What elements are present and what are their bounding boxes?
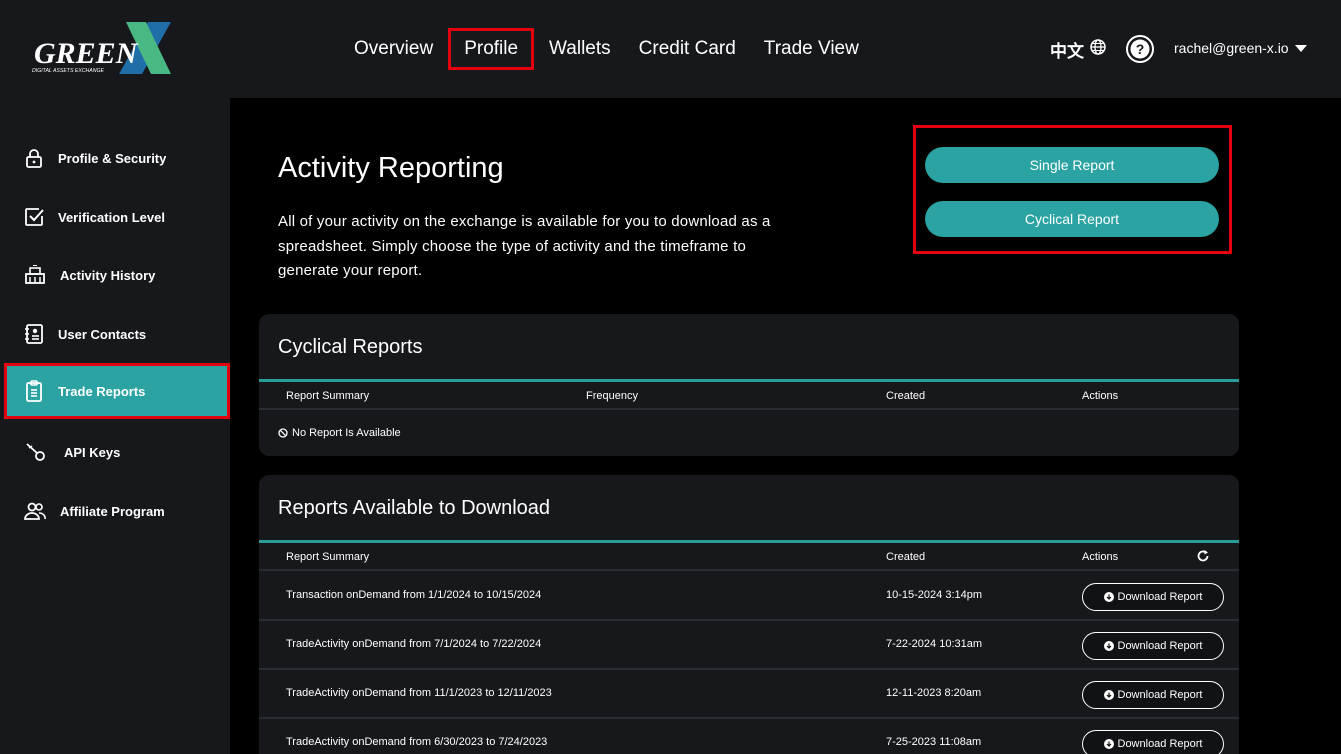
report-created: 10-15-2024 3:14pm	[886, 589, 983, 601]
sidebar-item-label: Trade Reports	[58, 383, 146, 399]
nav-profile[interactable]: Profile	[448, 28, 535, 70]
sidebar-item-user-contacts[interactable]: User Contacts	[4, 306, 230, 362]
nav-overview[interactable]: Overview	[340, 28, 447, 70]
refresh-icon[interactable]	[1196, 549, 1210, 566]
sidebar-item-label: Verification Level	[58, 209, 165, 225]
clipboard-icon	[26, 380, 42, 402]
report-created: 7-25-2023 11:08am	[886, 736, 982, 748]
column-header[interactable]: Actions	[1082, 390, 1118, 402]
empty-state-text: No Report Is Available	[292, 427, 401, 439]
history-icon	[25, 265, 45, 284]
cyclical-reports-card: Cyclical Reports Report Summary Frequenc…	[259, 314, 1239, 456]
language-label: 中文	[1050, 42, 1084, 61]
column-header[interactable]: Report Summary	[286, 551, 369, 563]
user-email: rachel@green-x.io	[1174, 40, 1289, 56]
download-circle-icon	[1103, 641, 1114, 651]
column-header[interactable]: Frequency	[586, 390, 638, 402]
contacts-icon	[25, 324, 43, 344]
report-created: 7-22-2024 10:31am	[886, 638, 983, 650]
download-circle-icon	[1103, 690, 1114, 700]
top-header: GREENX DIGITAL ASSETS EXCHANGE Overview …	[0, 0, 1341, 98]
table-row: TradeActivity onDemand from 6/30/2023 to…	[259, 719, 1239, 754]
table-row: TradeActivity onDemand from 11/1/2023 to…	[259, 670, 1239, 719]
download-reports-title: Reports Available to Download	[278, 497, 551, 519]
nav-credit-card[interactable]: Credit Card	[625, 28, 750, 70]
download-report-label: Download Report	[1117, 591, 1203, 603]
caret-down-icon	[1294, 40, 1307, 56]
column-header[interactable]: Actions	[1082, 551, 1118, 563]
logo-wordmark: GREENX	[34, 37, 158, 70]
page-title: Activity Reporting	[278, 152, 504, 184]
report-created: 12-11-2023 8:20am	[886, 687, 982, 699]
sidebar-item-trade-reports[interactable]: Trade Reports	[4, 363, 230, 419]
download-reports-card: Reports Available to Download Report Sum…	[259, 475, 1239, 754]
download-report-button[interactable]: Download Report	[1082, 681, 1224, 709]
report-summary: TradeActivity onDemand from 7/1/2024 to …	[286, 638, 542, 650]
download-report-label: Download Report	[1117, 738, 1203, 750]
download-report-label: Download Report	[1117, 640, 1203, 652]
download-report-button[interactable]: Download Report	[1082, 730, 1224, 754]
column-header[interactable]: Created	[886, 551, 925, 563]
download-report-button[interactable]: Download Report	[1082, 632, 1224, 660]
sidebar-item-label: API Keys	[64, 444, 121, 460]
block-icon	[278, 428, 288, 438]
main-nav: Overview Profile Wallets Credit Card Tra…	[340, 28, 873, 70]
download-report-button[interactable]: Download Report	[1082, 583, 1224, 611]
column-header[interactable]: Report Summary	[286, 390, 369, 402]
help-icon[interactable]: ?	[1125, 34, 1155, 64]
table-row: Transaction onDemand from 1/1/2024 to 10…	[259, 572, 1239, 621]
users-icon	[24, 502, 46, 520]
greenx-logo[interactable]: GREENX DIGITAL ASSETS EXCHANGE	[30, 20, 180, 78]
nav-trade-view[interactable]: Trade View	[750, 28, 873, 70]
download-circle-icon	[1103, 739, 1114, 749]
column-header[interactable]: Created	[886, 390, 925, 402]
download-report-label: Download Report	[1117, 689, 1203, 701]
cyclical-reports-title: Cyclical Reports	[278, 336, 423, 358]
key-icon	[26, 443, 45, 461]
report-summary: TradeActivity onDemand from 6/30/2023 to…	[286, 736, 548, 748]
sidebar-item-verification-level[interactable]: Verification Level	[4, 189, 230, 245]
logo-tagline: DIGITAL ASSETS EXCHANGE	[32, 68, 105, 74]
sidebar-item-api-keys[interactable]: API Keys	[4, 424, 230, 480]
globe-icon	[1090, 39, 1106, 60]
sidebar-item-affiliate-program[interactable]: Affiliate Program	[4, 483, 230, 539]
download-table-header: Report Summary Created Actions	[259, 540, 1239, 571]
empty-state: No Report Is Available	[278, 427, 401, 439]
single-report-button[interactable]: Single Report	[925, 147, 1219, 183]
report-summary: TradeActivity onDemand from 11/1/2023 to…	[286, 687, 552, 699]
user-menu[interactable]: rachel@green-x.io	[1174, 40, 1307, 56]
svg-text:?: ?	[1136, 41, 1145, 57]
page-description: All of your activity on the exchange is …	[278, 213, 771, 279]
table-row: TradeActivity onDemand from 7/1/2024 to …	[259, 621, 1239, 670]
sidebar-item-label: User Contacts	[58, 326, 147, 342]
checkbox-icon	[25, 208, 44, 226]
cyclical-table-header: Report Summary Frequency Created Actions	[259, 379, 1239, 410]
language-switcher[interactable]: 中文	[1050, 37, 1106, 62]
cyclical-report-button[interactable]: Cyclical Report	[925, 201, 1219, 237]
nav-wallets[interactable]: Wallets	[535, 28, 625, 70]
sidebar-item-label: Activity History	[60, 267, 156, 283]
sidebar-item-activity-history[interactable]: Activity History	[4, 247, 230, 303]
sidebar-item-label: Profile & Security	[58, 150, 167, 166]
sidebar-item-label: Affiliate Program	[60, 503, 165, 519]
lock-icon	[26, 149, 42, 168]
sidebar-item-profile-security[interactable]: Profile & Security	[4, 130, 230, 186]
download-circle-icon	[1103, 592, 1114, 602]
report-summary: Transaction onDemand from 1/1/2024 to 10…	[286, 589, 542, 601]
